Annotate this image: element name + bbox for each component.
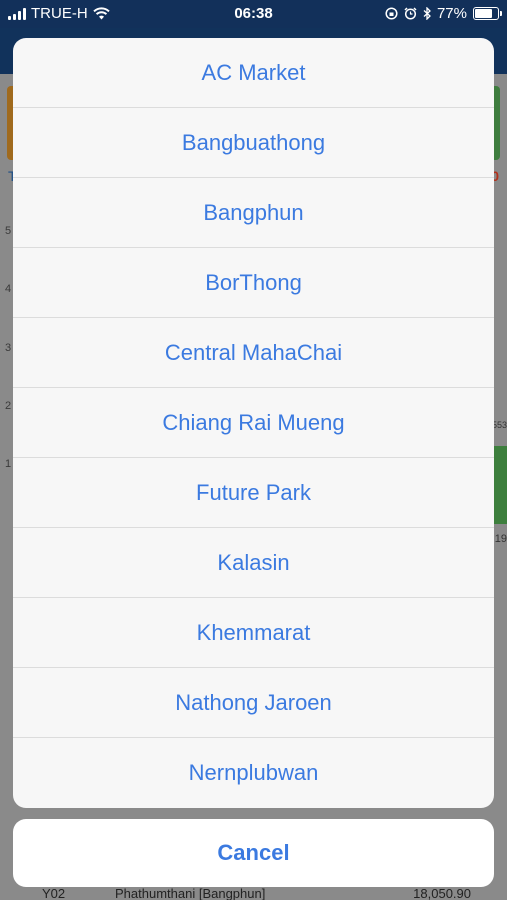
rotation-lock-icon [385,7,398,20]
alarm-icon [404,7,417,20]
axis-tick: 1 [5,458,12,470]
background-row-name: Phathumthani [Bangphun] [115,886,266,900]
option-borthong[interactable]: BorThong [13,248,494,318]
option-nathong-jaroen[interactable]: Nathong Jaroen [13,668,494,738]
option-chiang-rai-mueng[interactable]: Chiang Rai Mueng [13,388,494,458]
option-bangbuathong[interactable]: Bangbuathong [13,108,494,178]
option-ac-market[interactable]: AC Market [13,38,494,108]
axis-tick: 4 [5,283,12,295]
option-future-park[interactable]: Future Park [13,458,494,528]
option-kalasin[interactable]: Kalasin [13,528,494,598]
status-bar: TRUE-H 06:38 77% [0,0,507,28]
battery-icon [473,7,502,20]
option-khemmarat[interactable]: Khemmarat [13,598,494,668]
bluetooth-icon [423,7,431,20]
action-sheet: AC Market Bangbuathong Bangphun BorThong… [13,38,494,808]
background-bar [494,446,507,524]
axis-tick: 3 [5,342,12,354]
axis-tick: 2 [5,400,12,412]
battery-level [475,9,492,18]
status-right: 77% [385,5,502,22]
background-row-value: 18,050.90 [413,886,471,900]
cancel-button[interactable]: Cancel [13,819,494,887]
option-nernplubwan[interactable]: Nernplubwan [13,738,494,808]
option-bangphun[interactable]: Bangphun [13,178,494,248]
battery-percent: 77% [436,5,467,22]
option-central-mahachai[interactable]: Central MahaChai [13,318,494,388]
background-row-code: Y02 [42,886,66,900]
axis-tick: 5 [5,225,12,237]
